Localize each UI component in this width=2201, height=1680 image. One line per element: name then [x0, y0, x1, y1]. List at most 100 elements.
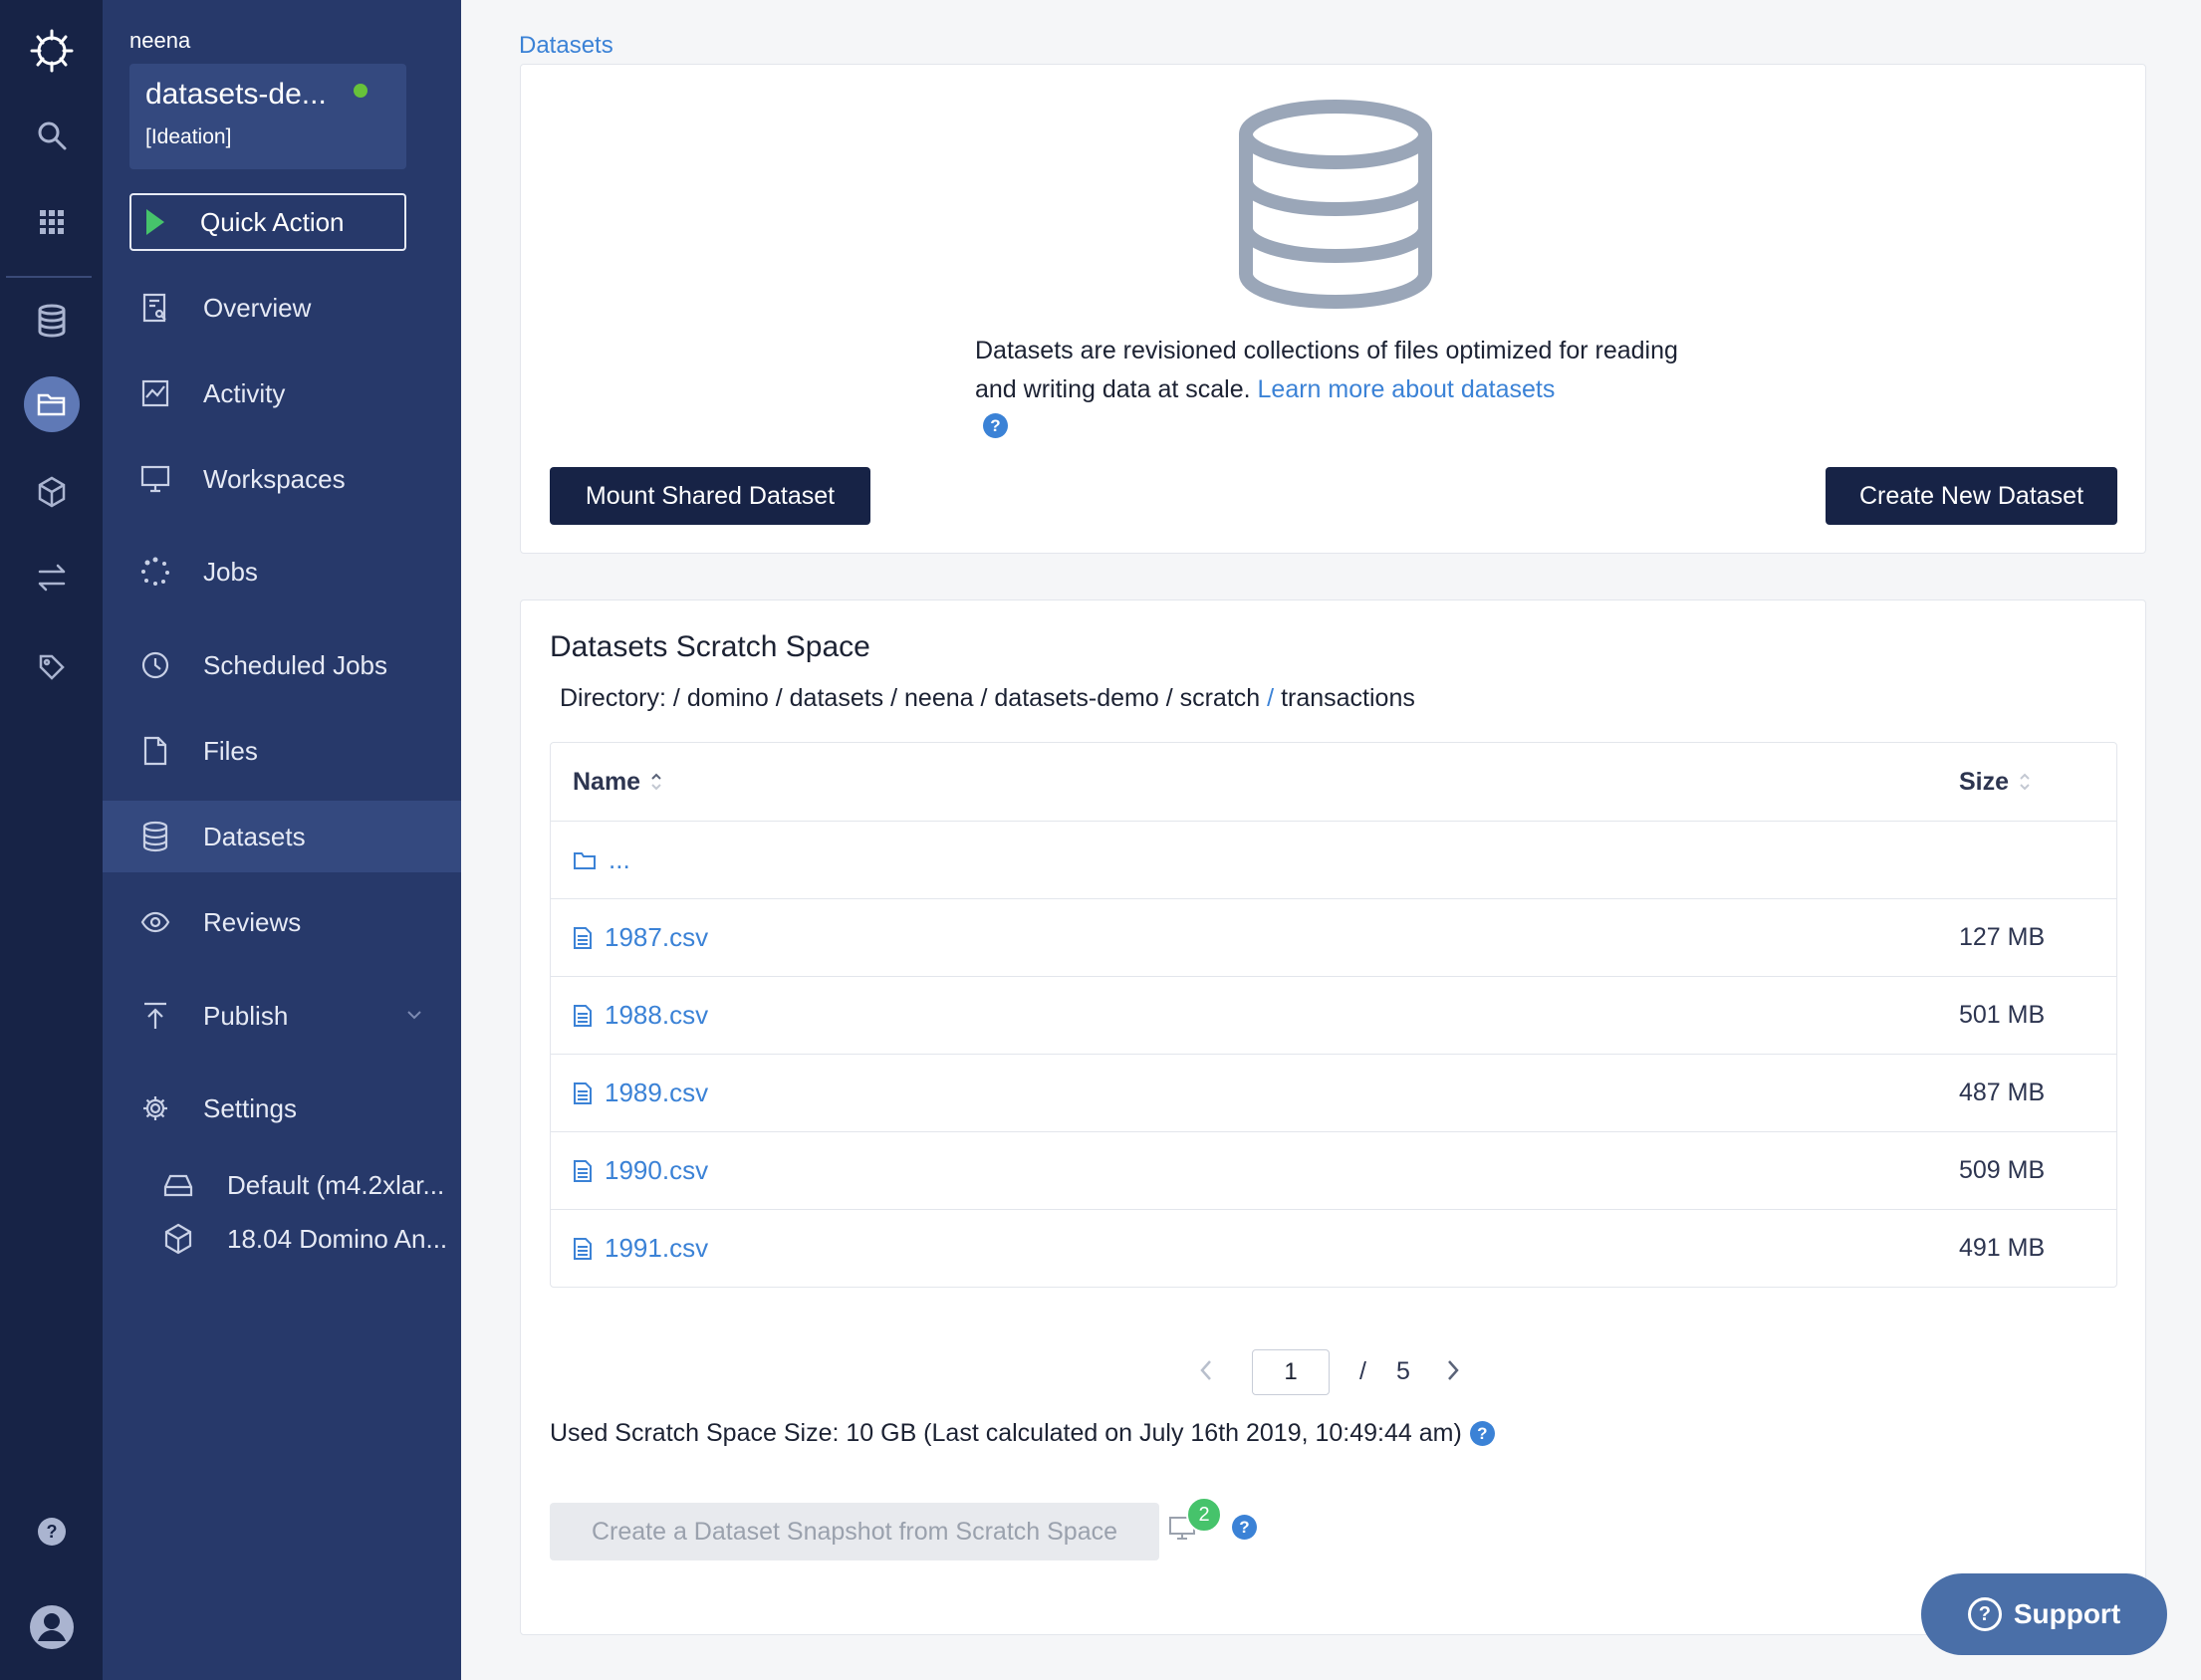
jobs-spinner-icon [139, 556, 171, 588]
table-row-parent[interactable]: ... [551, 821, 2116, 898]
breadcrumb[interactable]: Datasets [519, 32, 613, 60]
help-icon[interactable]: ? [983, 413, 1008, 438]
file-name: 1990.csv [605, 1155, 709, 1185]
quick-action-button[interactable]: Quick Action [129, 193, 406, 251]
help-icon[interactable]: ? [0, 1514, 103, 1550]
table-row[interactable]: 1987.csv 127 MB [551, 898, 2116, 976]
file-link[interactable]: 1989.csv [573, 1078, 708, 1108]
sort-icon [2020, 773, 2030, 791]
sidebar-item-label: Workspaces [203, 463, 346, 494]
domino-logo-icon[interactable] [0, 26, 103, 76]
sidebar-item-files[interactable]: Files [103, 715, 461, 787]
path-segment[interactable]: datasets [790, 684, 884, 712]
directory-path: Directory: / domino / datasets / neena /… [560, 684, 1415, 712]
environment-label: 18.04 Domino An... [227, 1223, 448, 1254]
file-link[interactable]: 1991.csv [573, 1233, 708, 1264]
table-header-row: Name Size [551, 743, 2116, 821]
project-stage: [Ideation] [145, 125, 232, 148]
learn-more-link[interactable]: Learn more about datasets [1258, 375, 1556, 403]
file-size: 487 MB [1959, 1079, 2046, 1106]
size-column-header[interactable]: Size [1959, 768, 2031, 797]
sidebar-item-label: Reviews [203, 906, 302, 937]
usage-text: Used Scratch Space Size: 10 GB (Last cal… [550, 1419, 1462, 1447]
folder-icon [574, 851, 596, 869]
table-row[interactable]: 1988.csv 501 MB [551, 976, 2116, 1054]
column-label: Name [573, 767, 641, 796]
sidebar-item-settings[interactable]: Settings [103, 1073, 461, 1144]
cube-icon[interactable] [0, 472, 103, 512]
sidebar-item-label: Settings [203, 1092, 297, 1123]
file-icon [574, 1004, 592, 1027]
path-segment[interactable]: datasets-demo [994, 684, 1158, 712]
create-new-dataset-button[interactable]: Create New Dataset [1826, 467, 2117, 525]
environment-selector[interactable]: 18.04 Domino An... [103, 1214, 461, 1264]
quick-action-label: Quick Action [200, 206, 345, 237]
path-segment[interactable]: domino [687, 684, 769, 712]
support-label: Support [2013, 1598, 2121, 1629]
table-row[interactable]: 1991.csv 491 MB [551, 1209, 2116, 1287]
clock-icon [139, 649, 171, 681]
page-number-input[interactable]: 1 [1252, 1349, 1330, 1395]
path-segment[interactable]: neena [904, 684, 974, 712]
sidebar-item-datasets[interactable]: Datasets [103, 801, 461, 872]
help-icon[interactable]: ? [1232, 1515, 1257, 1540]
table-row[interactable]: 1989.csv 487 MB [551, 1054, 2116, 1131]
mount-shared-dataset-button[interactable]: Mount Shared Dataset [550, 467, 870, 525]
search-icon[interactable] [0, 116, 103, 155]
apps-grid-icon[interactable] [0, 202, 103, 242]
create-snapshot-button[interactable]: Create a Dataset Snapshot from Scratch S… [550, 1503, 1159, 1560]
transfer-icon[interactable] [0, 558, 103, 598]
project-switcher[interactable]: datasets-de... [Ideation] [129, 64, 406, 169]
activity-icon [139, 377, 171, 409]
folder-icon[interactable] [0, 376, 103, 432]
table-row[interactable]: 1990.csv 509 MB [551, 1131, 2116, 1209]
sidebar-item-activity[interactable]: Activity [103, 358, 461, 429]
file-size: 509 MB [1959, 1156, 2046, 1184]
chevron-right-icon[interactable] [1445, 1357, 1461, 1388]
svg-text:?: ? [46, 1522, 57, 1542]
file-size: 501 MB [1959, 1001, 2046, 1029]
file-size: 127 MB [1959, 923, 2046, 951]
sidebar-item-jobs[interactable]: Jobs [103, 536, 461, 607]
tag-icon[interactable] [0, 647, 103, 687]
datasets-description: Datasets are revisioned collections of f… [975, 332, 1712, 409]
sidebar-item-publish[interactable]: Publish [103, 980, 461, 1052]
file-link[interactable]: 1990.csv [573, 1155, 708, 1186]
sidebar-item-label: Activity [203, 377, 286, 408]
scratch-space-usage: Used Scratch Space Size: 10 GB (Last cal… [550, 1419, 1495, 1448]
hardware-tier-selector[interactable]: Default (m4.2xlar... [103, 1160, 461, 1210]
datasets-intro-card: Datasets are revisioned collections of f… [520, 64, 2146, 554]
file-link[interactable]: 1988.csv [573, 1000, 708, 1031]
parent-folder-link[interactable]: ... [573, 844, 630, 875]
sidebar-item-label: Publish [203, 1000, 289, 1031]
page-separator: / [1359, 1357, 1366, 1385]
file-link[interactable]: 1987.csv [573, 922, 708, 953]
page-total: 5 [1396, 1357, 1410, 1385]
hardware-tier-label: Default (m4.2xlar... [227, 1169, 445, 1200]
file-icon [574, 1159, 592, 1182]
user-avatar-icon[interactable] [0, 1603, 103, 1651]
file-name: 1989.csv [605, 1078, 709, 1107]
project-owner[interactable]: neena [129, 28, 190, 54]
file-icon [574, 1237, 592, 1260]
sidebar-item-label: Files [203, 735, 258, 766]
column-label: Size [1959, 767, 2010, 796]
name-column-header[interactable]: Name [573, 768, 662, 797]
file-name: 1987.csv [605, 922, 709, 952]
directory-label: Directory: [560, 684, 666, 712]
support-button[interactable]: ? Support [1921, 1573, 2167, 1655]
sidebar-item-reviews[interactable]: Reviews [103, 886, 461, 958]
chevron-down-icon [406, 1007, 422, 1025]
help-icon[interactable]: ? [1469, 1421, 1495, 1446]
sidebar-item-workspaces[interactable]: Workspaces [103, 443, 461, 515]
path-segment[interactable]: scratch [1180, 684, 1261, 712]
eye-icon [139, 906, 171, 938]
play-icon [146, 209, 164, 235]
chevron-left-icon[interactable] [1198, 1357, 1214, 1388]
sort-icon [651, 773, 661, 791]
database-illustration-icon [1236, 97, 1435, 315]
database-icon[interactable] [0, 301, 103, 341]
pagination: 1 / 5 [521, 1349, 2147, 1395]
sidebar-item-overview[interactable]: Overview [103, 272, 461, 344]
sidebar-item-scheduled-jobs[interactable]: Scheduled Jobs [103, 629, 461, 701]
